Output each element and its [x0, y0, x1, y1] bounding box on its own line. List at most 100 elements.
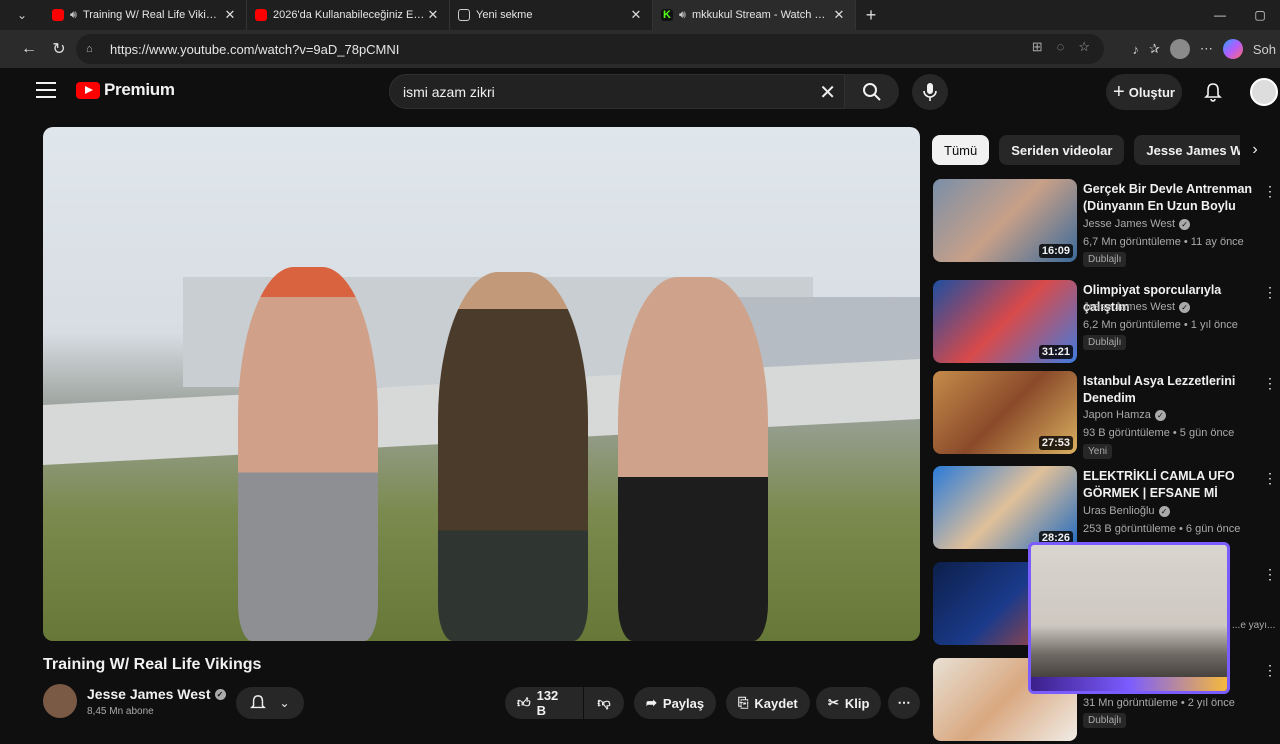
account-avatar[interactable]: [1250, 78, 1278, 106]
more-menu-icon[interactable]: ⋯: [1200, 41, 1213, 57]
like-count: 132 B: [536, 688, 559, 718]
clear-search-icon[interactable]: ✕: [819, 80, 836, 105]
channel-name[interactable]: Jesse James West ✓: [87, 686, 226, 702]
recommendation-channel[interactable]: Uras Benlioğlu ✓: [1083, 505, 1170, 517]
youtube-favicon-icon: [52, 9, 64, 21]
search-button[interactable]: [845, 74, 899, 109]
url-field[interactable]: ⌂ https://www.youtube.com/watch?v=9aD_78…: [76, 34, 1104, 64]
item-menu-icon[interactable]: ⋮: [1263, 470, 1277, 487]
youtube-favicon-icon: [255, 9, 267, 21]
video-thumbnail[interactable]: 28:26: [933, 466, 1077, 549]
profile-avatar-icon[interactable]: [1169, 39, 1190, 59]
speaker-icon[interactable]: 🔊︎: [70, 9, 77, 22]
minimize-icon[interactable]: —: [1200, 0, 1240, 30]
copilot-icon[interactable]: [1222, 39, 1243, 59]
youtube-logo[interactable]: Premium: [76, 80, 175, 100]
new-tab-button[interactable]: +: [856, 5, 886, 26]
recommendation-meta: 93 B görüntüleme • 5 gün önce: [1083, 427, 1235, 439]
site-info-icon[interactable]: ⌂: [86, 43, 102, 55]
verified-check-icon: ✓: [1154, 409, 1166, 421]
dislike-button[interactable]: 👎︎: [584, 687, 624, 719]
recommendation-meta: 6,2 Mn görüntüleme • 1 yıl önce: [1083, 319, 1238, 331]
tracking-prevention-icon[interactable]: ◌: [1057, 39, 1065, 55]
bookmark-icon: ⎘: [738, 695, 749, 710]
item-menu-icon[interactable]: ⋮: [1263, 375, 1277, 392]
back-arrow-icon[interactable]: ←: [14, 34, 44, 64]
share-button[interactable]: ➦ Paylaş: [634, 687, 717, 719]
favorites-icon[interactable]: ✰: [1149, 41, 1160, 57]
video-duration: 31:21: [1038, 345, 1073, 359]
verified-check-icon: ✓: [214, 688, 226, 700]
video-duration: 27:53: [1038, 436, 1073, 450]
url-action-icons: ⊞ ◌ ☆: [1032, 39, 1090, 55]
verified-check-icon: ✓: [1179, 301, 1191, 313]
subscription-bell-button[interactable]: ⌄: [236, 687, 304, 719]
thumbs-up-icon: 👍︎: [517, 695, 531, 710]
item-menu-icon[interactable]: ⋮: [1263, 662, 1277, 679]
video-thumbnail[interactable]: 31:21: [933, 280, 1077, 363]
item-menu-icon[interactable]: ⋮: [1263, 284, 1277, 301]
save-button[interactable]: ⎘ Kaydet: [726, 687, 810, 719]
logo-text: Premium: [104, 80, 175, 99]
chips-next-arrow-icon[interactable]: ›: [1240, 135, 1270, 165]
tab-list-chevron-icon[interactable]: ⌄: [0, 0, 44, 30]
recommendation-title[interactable]: Gerçek Bir Devle Antrenman (Dünyanın En …: [1083, 181, 1259, 215]
scissors-icon: ✂: [828, 695, 839, 710]
kick-favicon-icon: K: [661, 9, 673, 21]
recommendation-channel[interactable]: Jesse James West ✓: [1083, 301, 1191, 313]
maximize-icon[interactable]: ▢: [1240, 0, 1280, 30]
speaker-icon[interactable]: 🔊︎: [679, 9, 686, 22]
browser-tab-3[interactable]: Yeni sekme ✕: [450, 0, 653, 30]
tab-close-icon[interactable]: ✕: [425, 7, 441, 23]
chevron-down-icon: ⌄: [279, 696, 290, 710]
reload-icon[interactable]: ↻: [44, 34, 74, 64]
copilot-label[interactable]: Soh: [1253, 42, 1276, 57]
extensions-icon[interactable]: ♪: [1132, 42, 1139, 57]
video-title: Training W/ Real Life Vikings: [43, 656, 262, 673]
apps-grid-icon[interactable]: ⊞: [1032, 39, 1043, 55]
recommendation-channel[interactable]: Jesse James West ✓: [1083, 218, 1191, 230]
tab-title: mkkukul Stream - Watch Live: [691, 9, 831, 21]
recommendation-item[interactable]: 27:53 Istanbul Asya Lezzetlerini Denedim…: [933, 371, 1277, 459]
recommendation-title[interactable]: Istanbul Asya Lezzetlerini Denedim: [1083, 373, 1259, 407]
chip-all[interactable]: Tümü: [932, 135, 990, 165]
recommendation-item[interactable]: 28:26 ELEKTRİKLİ CAMLA UFO GÖRMEK | EFSA…: [933, 466, 1277, 552]
channel-text: Jesse James West: [1083, 218, 1176, 230]
menu-icon[interactable]: [36, 82, 56, 98]
item-menu-icon[interactable]: ⋮: [1263, 183, 1277, 200]
like-button[interactable]: 👍︎ 132 B: [505, 687, 583, 719]
browser-tab-4[interactable]: K 🔊︎ mkkukul Stream - Watch Live ✕: [653, 0, 856, 30]
browser-tab-bar: ⌄ 🔊︎ Training W/ Real Life Vikings ✕ 202…: [0, 0, 1280, 30]
recommendation-item[interactable]: 16:09 Gerçek Bir Devle Antrenman (Dünyan…: [933, 179, 1277, 267]
chip-series[interactable]: Seriden videolar: [999, 135, 1125, 165]
voice-search-button[interactable]: [912, 74, 948, 110]
tab-close-icon[interactable]: ✕: [222, 7, 238, 23]
partial-text: ...e yayı...: [1232, 620, 1276, 631]
tab-title: Yeni sekme: [476, 9, 533, 21]
more-dots-icon: ⋯: [897, 695, 911, 710]
browser-tab-1[interactable]: 🔊︎ Training W/ Real Life Vikings ✕: [44, 0, 247, 30]
clip-button[interactable]: ✂ Klip: [816, 687, 882, 719]
tab-close-icon[interactable]: ✕: [628, 7, 644, 23]
video-player[interactable]: [43, 127, 920, 641]
browser-tab-2[interactable]: 2026'da Kullanabileceğiniz En İyi Ü ✕: [247, 0, 450, 30]
video-thumbnail[interactable]: 27:53: [933, 371, 1077, 454]
favorite-star-icon[interactable]: ☆: [1078, 39, 1090, 55]
recommendation-title[interactable]: ELEKTRİKLİ CAMLA UFO GÖRMEK | EFSANE Mİ …: [1083, 468, 1259, 502]
item-menu-icon[interactable]: ⋮: [1263, 566, 1277, 583]
recommendation-item[interactable]: 31:21 Olimpiyat sporcularıyla çalıştım J…: [933, 280, 1277, 366]
video-thumbnail[interactable]: 16:09: [933, 179, 1077, 262]
channel-avatar[interactable]: [43, 684, 77, 718]
webcam-frame-bar: [1031, 677, 1227, 691]
recommendation-meta: 253 B görüntüleme • 6 gün önce: [1083, 523, 1241, 535]
notifications-bell-icon[interactable]: [1200, 79, 1226, 105]
window-controls: — ▢: [1200, 0, 1280, 30]
more-actions-button[interactable]: ⋯: [888, 687, 920, 719]
tab-title: Training W/ Real Life Vikings: [82, 9, 222, 21]
tab-close-icon[interactable]: ✕: [831, 7, 847, 23]
share-arrow-icon: ➦: [646, 695, 657, 710]
new-badge: Yeni: [1083, 444, 1113, 459]
search-input[interactable]: ismi azam zikri ✕: [389, 74, 845, 109]
create-button[interactable]: + Oluştur: [1106, 74, 1182, 110]
recommendation-channel[interactable]: Japon Hamza ✓: [1083, 409, 1166, 421]
